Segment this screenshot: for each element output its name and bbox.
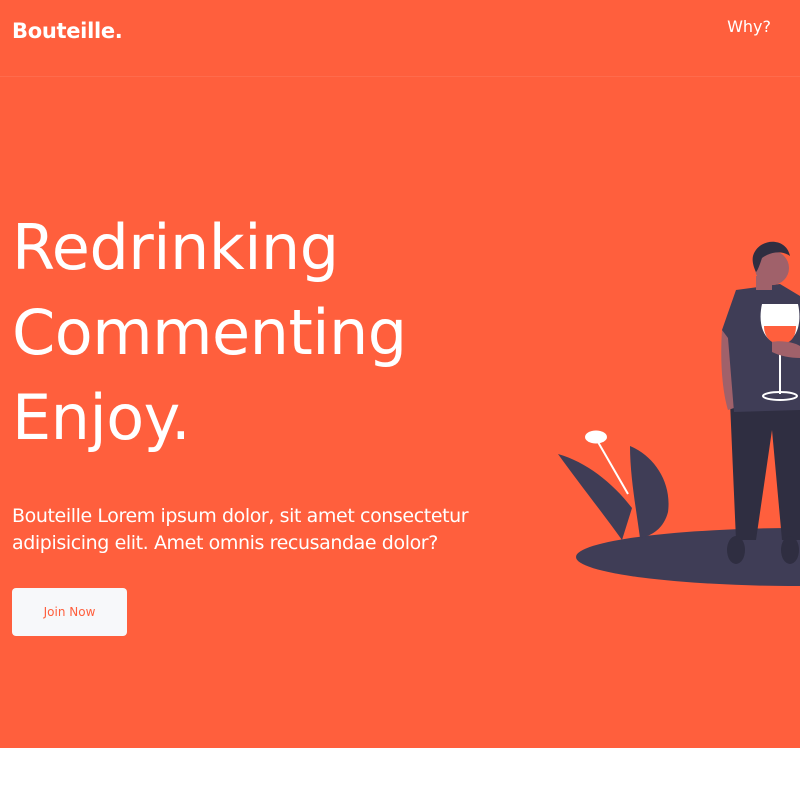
plant-bud <box>585 430 607 444</box>
headline-line-1: Redrinking <box>12 211 339 284</box>
join-now-button[interactable]: Join Now <box>12 588 127 636</box>
page: Bouteille. Why? Redrinking Commenting En… <box>0 0 800 800</box>
brand-logo[interactable]: Bouteille. <box>12 19 123 43</box>
plant-leaf-right <box>630 446 669 538</box>
plant-leaf-left <box>558 454 632 540</box>
nav-link-why[interactable]: Why? <box>727 17 771 36</box>
navbar: Bouteille. Why? <box>0 0 800 77</box>
person-legs <box>730 402 800 540</box>
person-shoe-right <box>781 536 799 564</box>
hero-description: Bouteille Lorem ipsum dolor, sit amet co… <box>12 505 469 554</box>
ground-shadow <box>576 528 800 586</box>
headline-line-2: Commenting <box>12 296 407 369</box>
hero-section: Bouteille. Why? Redrinking Commenting En… <box>0 0 800 748</box>
hero-headline: Redrinking Commenting Enjoy. <box>12 205 407 460</box>
man-with-wine-glass-illustration <box>558 241 800 586</box>
headline-line-3: Enjoy. <box>12 381 191 454</box>
person-shoe-left <box>727 536 745 564</box>
